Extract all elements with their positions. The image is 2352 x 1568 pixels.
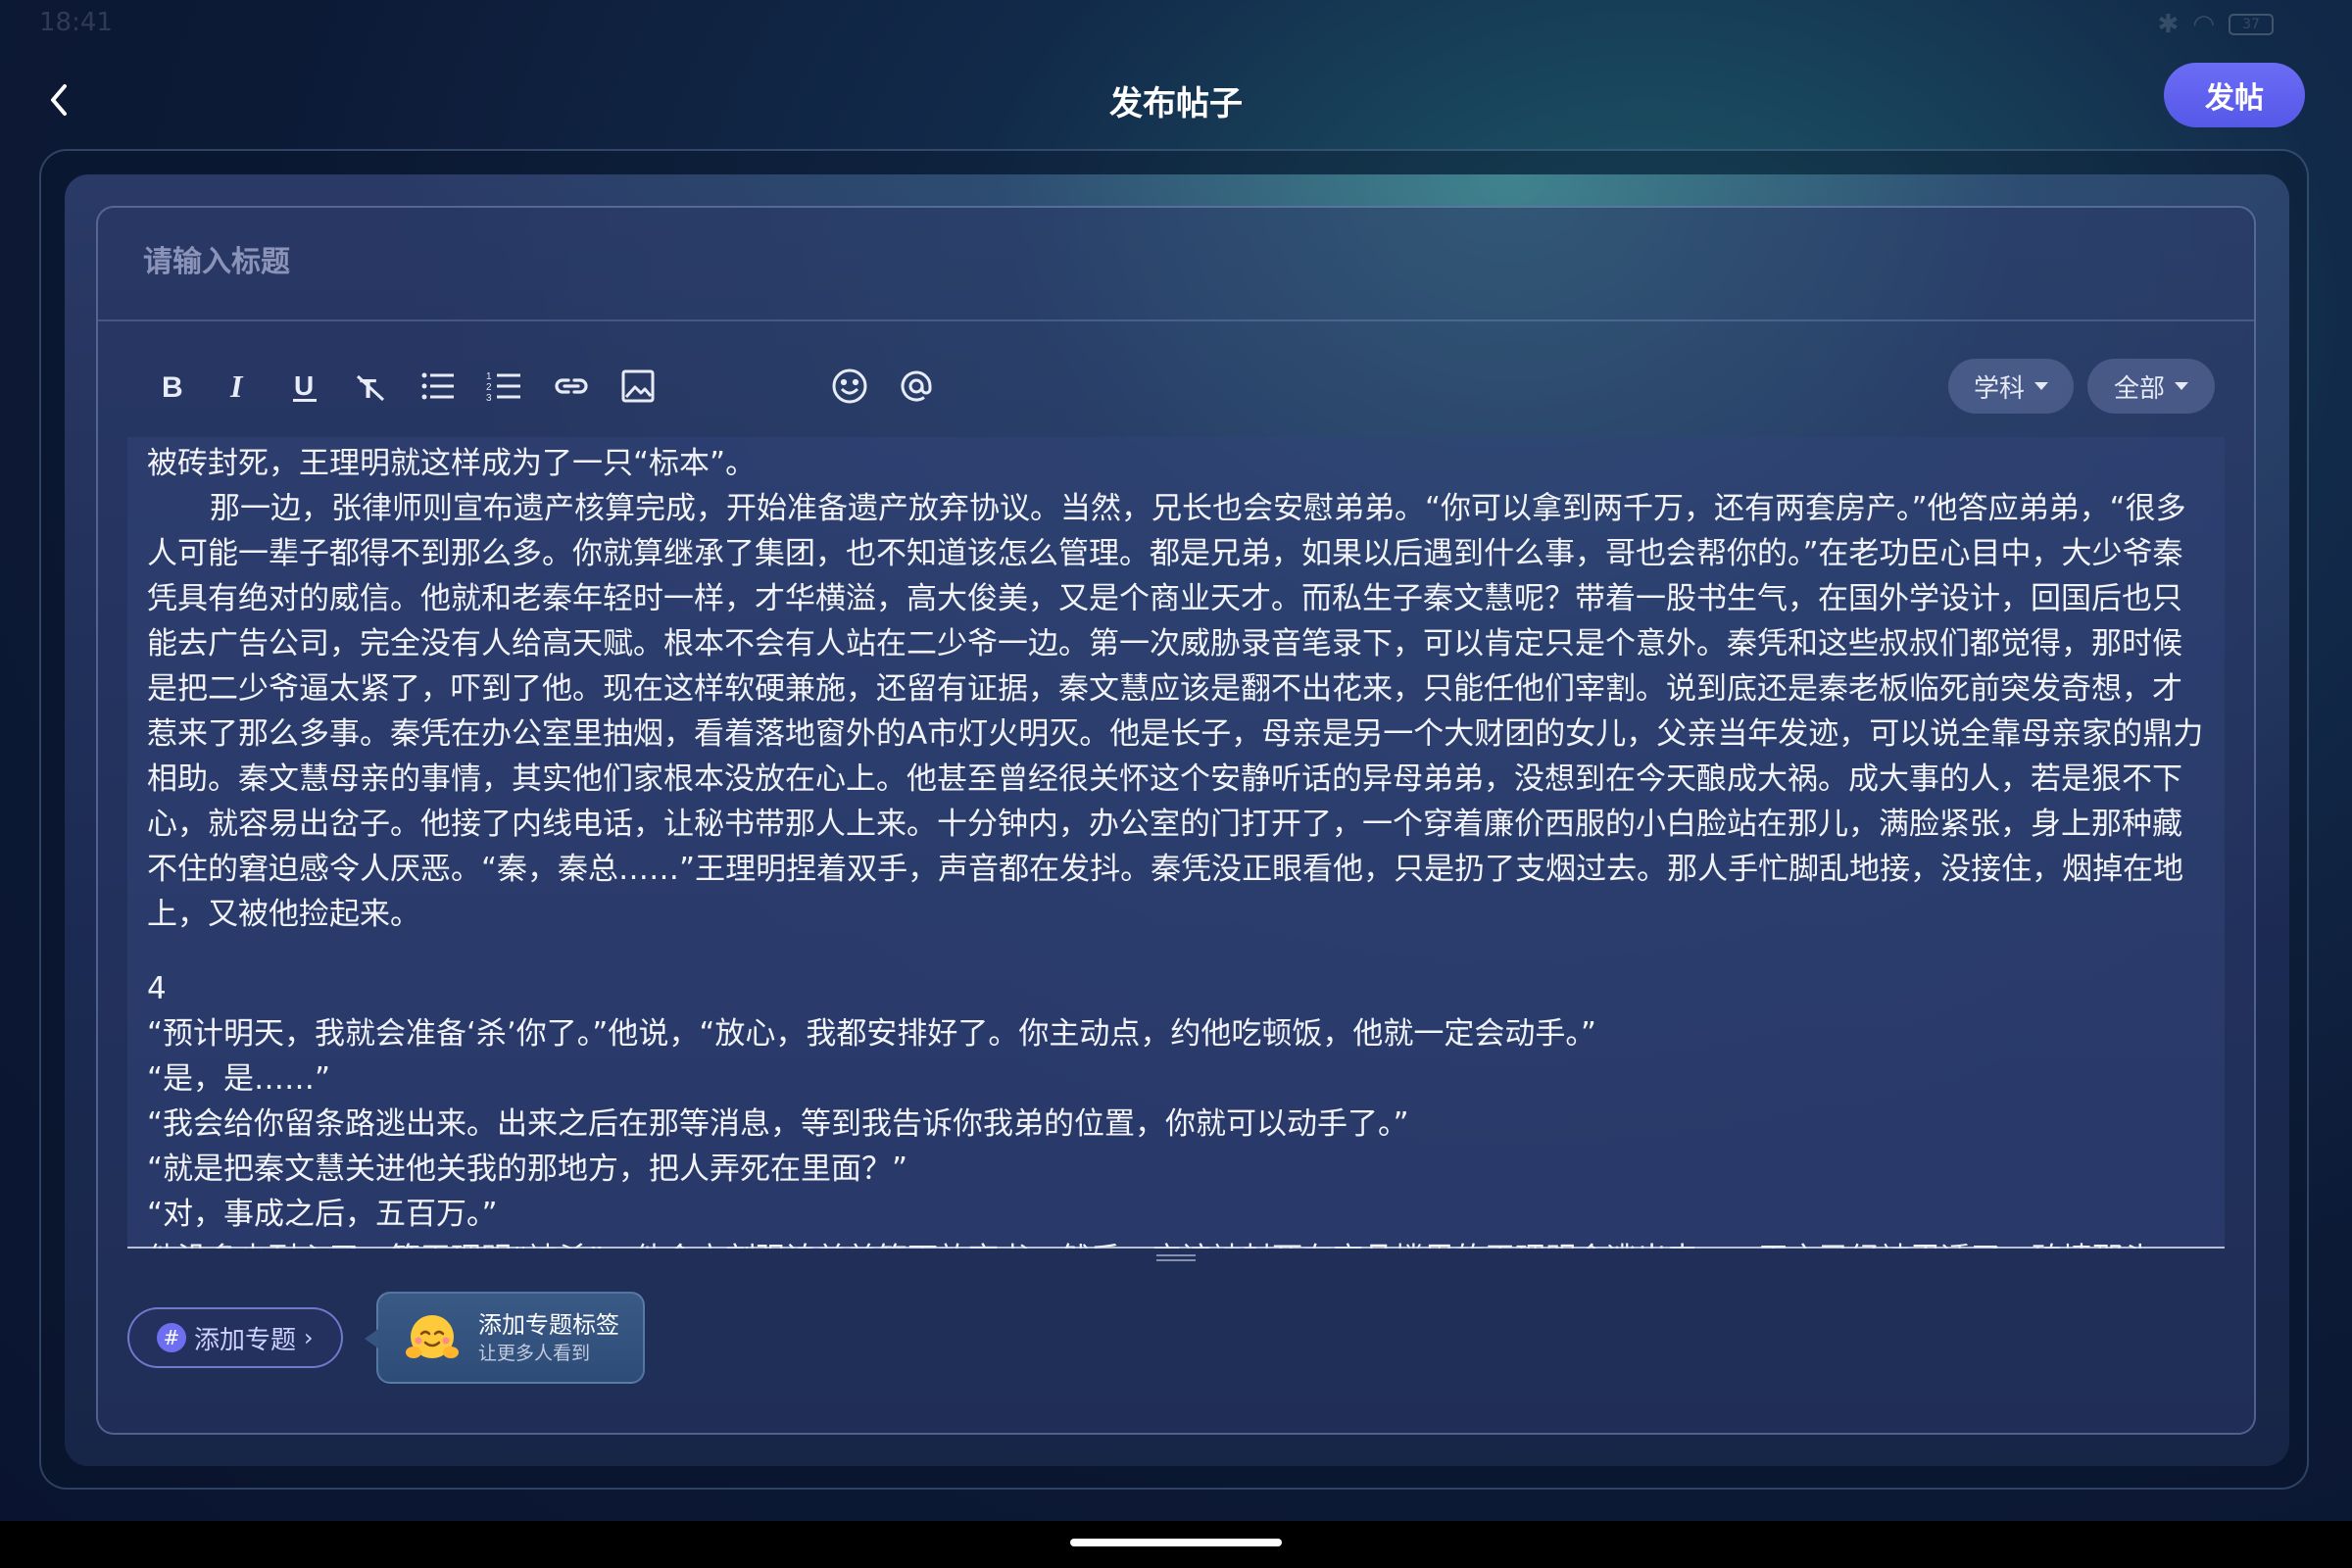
add-topic-label: 添加专题 xyxy=(194,1325,297,1355)
editor-paragraph: “对，事成之后，五百万。” xyxy=(147,1197,498,1232)
emoji-button[interactable] xyxy=(825,362,874,411)
clear-format-button[interactable]: T xyxy=(347,362,396,411)
bullet-list-icon xyxy=(421,372,454,400)
home-indicator[interactable] xyxy=(1070,1539,1282,1546)
underline-icon: U xyxy=(293,370,317,402)
svg-text:B: B xyxy=(162,371,183,404)
svg-text:2: 2 xyxy=(486,382,492,393)
format-toolbar: B I U T 1 2 3 xyxy=(147,357,958,416)
add-topic-button[interactable]: # 添加专题 › xyxy=(127,1307,343,1368)
subject-dropdown-label: 学科 xyxy=(1973,373,2025,404)
bold-icon: B xyxy=(162,371,183,404)
bluetooth-icon: ✱ xyxy=(2157,10,2180,39)
svg-text:1: 1 xyxy=(486,371,492,382)
svg-text:3: 3 xyxy=(486,393,492,404)
editor-paragraph: “是，是……” xyxy=(147,1061,331,1097)
editor-paragraph: “就是把秦文慧关进他关我的那地方，把人弄死在里面？” xyxy=(147,1152,908,1187)
mention-button[interactable] xyxy=(892,362,941,411)
svg-text:U: U xyxy=(294,370,314,401)
scope-dropdown[interactable]: 全部 xyxy=(2087,359,2215,414)
caret-down-icon xyxy=(2175,382,2188,390)
bold-button[interactable]: B xyxy=(147,362,196,411)
page-title: 发布帖子 xyxy=(1109,84,1243,123)
battery-icon: 37 xyxy=(2229,14,2274,35)
clear-format-icon: T xyxy=(356,373,385,404)
subject-dropdown[interactable]: 学科 xyxy=(1948,359,2074,414)
caret-down-icon xyxy=(2034,382,2048,390)
publish-button[interactable]: 发帖 xyxy=(2164,63,2305,127)
editor-paragraph: 被砖封死，王理明就这样成为了一只“标本”。 xyxy=(147,446,757,481)
chevron-right-icon: › xyxy=(304,1324,314,1351)
editor-paragraph: “我会给你留条路逃出来。出来之后在那等消息，等到我告诉你我弟的位置，你就可以动手… xyxy=(147,1106,1409,1142)
editor-bottom-line xyxy=(127,1247,2225,1249)
status-bar: 18:41 ✱ ◠ 37 xyxy=(0,0,2352,49)
numbered-list-button[interactable]: 1 2 3 xyxy=(480,362,529,411)
status-time: 18:41 xyxy=(39,8,113,37)
tooltip-text: 添加专题标签 让更多人看到 xyxy=(478,1309,619,1366)
editor-paragraph: 那一边，张律师则宣布遗产核算完成，开始准备遗产放弃协议。当然，兄长也会安慰弟弟。… xyxy=(147,491,2204,932)
mention-icon xyxy=(901,370,932,402)
link-button[interactable] xyxy=(547,362,596,411)
hug-emoji-icon xyxy=(406,1315,459,1358)
editor-paragraph: 4 xyxy=(147,971,167,1006)
numbered-list-icon: 1 2 3 xyxy=(486,371,520,404)
hash-icon: # xyxy=(157,1323,186,1352)
tooltip-subtitle: 让更多人看到 xyxy=(478,1343,591,1364)
image-icon xyxy=(621,369,655,403)
tooltip-title: 添加专题标签 xyxy=(478,1311,619,1339)
image-button[interactable] xyxy=(613,362,662,411)
italic-icon: I xyxy=(229,368,244,404)
svg-text:T: T xyxy=(360,373,376,404)
topic-tag-tooltip[interactable]: 添加专题标签 让更多人看到 xyxy=(365,1292,645,1384)
scope-dropdown-label: 全部 xyxy=(2113,373,2165,404)
status-icons: ✱ ◠ 37 xyxy=(2158,10,2274,39)
title-input[interactable] xyxy=(98,227,2156,296)
link-icon xyxy=(555,378,588,394)
title-divider xyxy=(98,319,2254,321)
resize-handle[interactable] xyxy=(1156,1254,1196,1268)
underline-button[interactable]: U xyxy=(280,362,329,411)
emoji-icon xyxy=(832,368,867,404)
italic-button[interactable]: I xyxy=(214,362,263,411)
content-editor[interactable]: 被砖封死，王理明就这样成为了一只“标本”。 那一边，张律师则宣布遗产核算完成，开… xyxy=(127,437,2225,1249)
editor-paragraph: “预计明天，我就会准备‘杀’你了。”他说，“放心，我都安排好了。你主动点，约他吃… xyxy=(147,1016,1596,1052)
bullet-list-button[interactable] xyxy=(414,362,463,411)
header: 发布帖子 发帖 xyxy=(0,59,2352,137)
wifi-icon: ◠ xyxy=(2192,10,2215,39)
svg-text:I: I xyxy=(229,368,244,404)
